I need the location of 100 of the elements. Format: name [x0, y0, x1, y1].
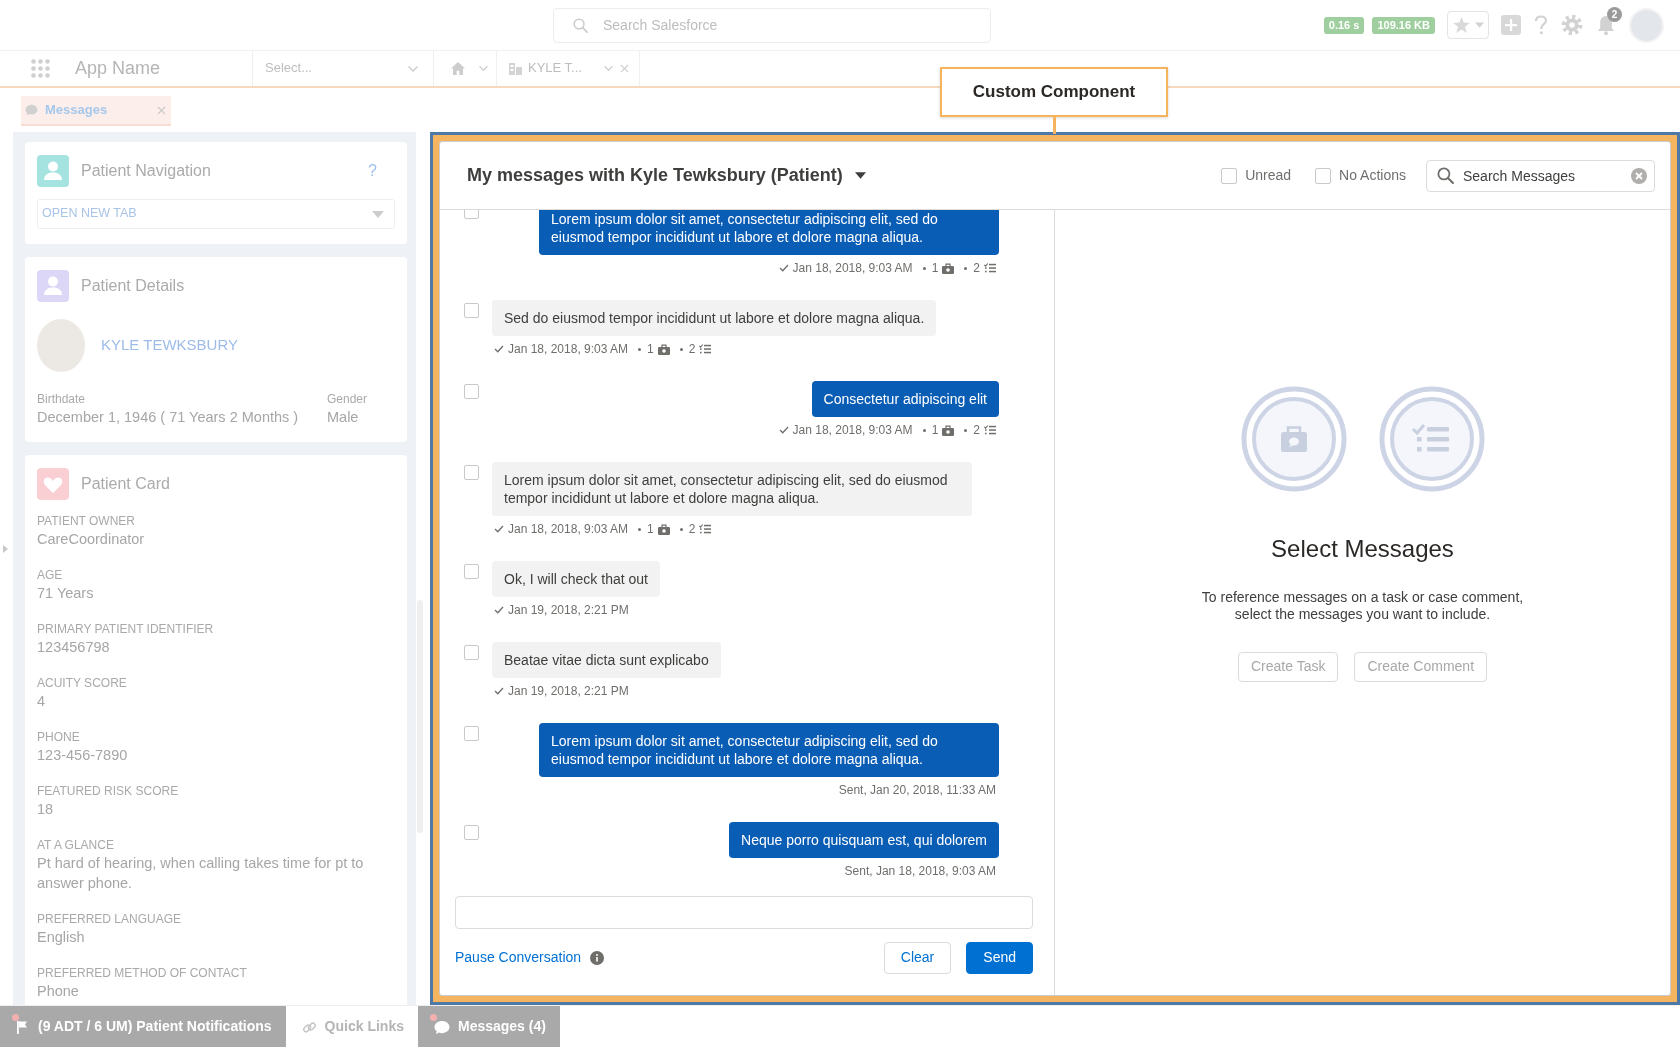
- message-bubble: Neque porro quisquam est, qui dolorem: [729, 822, 999, 858]
- message-bubble: Consectetur adipiscing elit: [811, 381, 999, 417]
- message-time: Jan 18, 2018, 9:03 AM: [792, 422, 913, 438]
- search-icon: [1437, 166, 1454, 184]
- chat-icon: [25, 104, 38, 116]
- message-checkbox[interactable]: [464, 645, 479, 660]
- case-count: 1: [647, 341, 654, 357]
- panel-title: My messages with Kyle Tewksbury (Patient): [467, 164, 843, 187]
- app-launcher-icon[interactable]: [30, 58, 51, 79]
- info-icon[interactable]: [590, 951, 605, 965]
- message-bubble: Lorem ipsum dolor sit amet, consectetur adipiscing elit, sed do eiusmod tempor incididunt ut labore et dolore magna aliqua.: [539, 210, 999, 255]
- utility-item[interactable]: Messages (4): [417, 1006, 560, 1047]
- message-checkbox[interactable]: [464, 303, 479, 318]
- utility-item[interactable]: (9 ADT / 6 UM) Patient Notifications: [0, 1006, 286, 1047]
- separator-dot-icon: [922, 428, 926, 432]
- field-label: PREFERRED LANGUAGE: [37, 911, 183, 927]
- message-time: Jan 19, 2018, 2:21 PM: [508, 602, 629, 618]
- briefcase-icon: [1240, 386, 1347, 492]
- case-count: 1: [647, 521, 654, 537]
- field-label: PHONE: [37, 729, 81, 745]
- field-label: AT A GLANCE: [37, 837, 115, 853]
- link-icon: [301, 1019, 317, 1035]
- field-value: 123456798: [37, 638, 111, 657]
- case-count: 1: [931, 260, 939, 276]
- favorites-button[interactable]: [1447, 11, 1489, 39]
- field-value: 71 Years: [37, 584, 95, 603]
- empty-state-title: Select Messages: [1271, 534, 1454, 563]
- filter-checkbox[interactable]: [1315, 167, 1332, 184]
- message-bubble: Beatae vitae dicta sunt explicabo: [492, 642, 721, 678]
- help-icon[interactable]: [1533, 15, 1549, 35]
- chevron-down-icon: [407, 64, 419, 73]
- card-title: Patient Details: [81, 276, 186, 296]
- field-value: 18: [37, 800, 55, 819]
- message-time: Jan 18, 2018, 9:03 AM: [508, 341, 629, 357]
- task-count: 2: [688, 521, 696, 537]
- separator-dot-icon: [638, 347, 642, 351]
- field-value: English: [37, 928, 86, 947]
- caret-down-icon[interactable]: [854, 172, 866, 179]
- message-checkbox[interactable]: [464, 825, 479, 840]
- performance-badge: 109.16 KB: [1372, 16, 1435, 34]
- message-checkbox[interactable]: [464, 384, 479, 399]
- chevron-down-icon[interactable]: [478, 65, 489, 72]
- avatar-placeholder[interactable]: [1629, 7, 1664, 43]
- filter-checkbox[interactable]: [1221, 167, 1238, 184]
- message-bubble: Lorem ipsum dolor sit amet, consectetur adipiscing elit, sed do eiusmod tempor incididunt ut labore et dolore magna aliqua.: [492, 462, 972, 516]
- search-field[interactable]: Search Salesforce: [553, 7, 991, 43]
- record-icon: [509, 62, 522, 75]
- task-count: 2: [688, 341, 696, 357]
- task-count: 2: [973, 422, 980, 438]
- separator-dot-icon: [964, 266, 968, 270]
- message-time: Sent, Jan 20, 2018, 11:33 AM: [838, 782, 996, 798]
- field-label: FEATURED RISK SCORE: [37, 783, 180, 799]
- field-label: PATIENT OWNER: [37, 513, 136, 529]
- home-icon[interactable]: [450, 61, 466, 76]
- settings-icon[interactable]: [1561, 14, 1583, 36]
- chat-icon: [433, 1019, 450, 1035]
- case-count: 1: [931, 422, 939, 438]
- separator-dot-icon: [638, 527, 642, 531]
- task-list-icon: [984, 425, 996, 435]
- field-value: December 1, 1946 ( 71 Years 2 Months ): [37, 408, 300, 427]
- subtab[interactable]: Messages: [21, 96, 171, 126]
- chevron-down-icon[interactable]: [603, 65, 614, 72]
- field-value: Phone: [37, 982, 80, 1001]
- task-list-icon: [699, 524, 712, 534]
- collapse-arrow-icon[interactable]: [3, 545, 8, 553]
- performance-badge: 0.16 s: [1323, 16, 1365, 34]
- task-count: 2: [973, 260, 980, 276]
- person-icon: [37, 270, 69, 302]
- message-search-field[interactable]: Search Messages: [1426, 159, 1655, 192]
- navigation-select[interactable]: OPEN NEW TAB: [37, 199, 395, 229]
- message-bubble: Lorem ipsum dolor sit amet, consectetur adipiscing elit, sed do eiusmod tempor incididunt ut labore et dolore magna aliqua.: [539, 723, 999, 777]
- person-icon: [37, 155, 69, 187]
- briefcase-icon: [942, 424, 955, 436]
- add-icon[interactable]: [1501, 15, 1521, 35]
- clear-button[interactable]: Clear: [883, 942, 952, 974]
- field-label: AGE: [37, 567, 64, 583]
- object-select[interactable]: Select...: [252, 51, 434, 86]
- patient-name-link[interactable]: KYLE TEWKSBURY: [101, 336, 238, 355]
- message-input[interactable]: [455, 896, 1033, 929]
- field-value: CareCoordinator: [37, 530, 146, 549]
- field-value: 123-456-7890: [37, 746, 129, 765]
- send-button[interactable]: Send: [966, 942, 1033, 974]
- separator-dot-icon: [679, 347, 683, 351]
- callout-label: Custom Component: [940, 67, 1168, 117]
- search-icon: [573, 17, 588, 33]
- filter-label: Unread: [1245, 166, 1292, 185]
- help-icon[interactable]: ?: [368, 161, 377, 181]
- workspace-tab[interactable]: KYLE T...: [496, 51, 640, 86]
- message-checkbox[interactable]: [464, 465, 479, 480]
- caret-down-icon: [1474, 22, 1484, 28]
- field-value: Male: [327, 408, 360, 427]
- star-icon: [1452, 17, 1470, 33]
- field-label: Gender: [327, 391, 369, 407]
- close-icon[interactable]: [620, 64, 629, 73]
- message-checkbox[interactable]: [464, 564, 479, 579]
- pause-conversation-link[interactable]: Pause Conversation: [455, 949, 582, 967]
- field-value: Pt hard of hearing, when calling takes time for pt to answer phone.: [37, 854, 365, 893]
- close-icon[interactable]: [157, 105, 166, 115]
- clear-icon[interactable]: [1631, 167, 1647, 184]
- message-checkbox[interactable]: [464, 726, 479, 741]
